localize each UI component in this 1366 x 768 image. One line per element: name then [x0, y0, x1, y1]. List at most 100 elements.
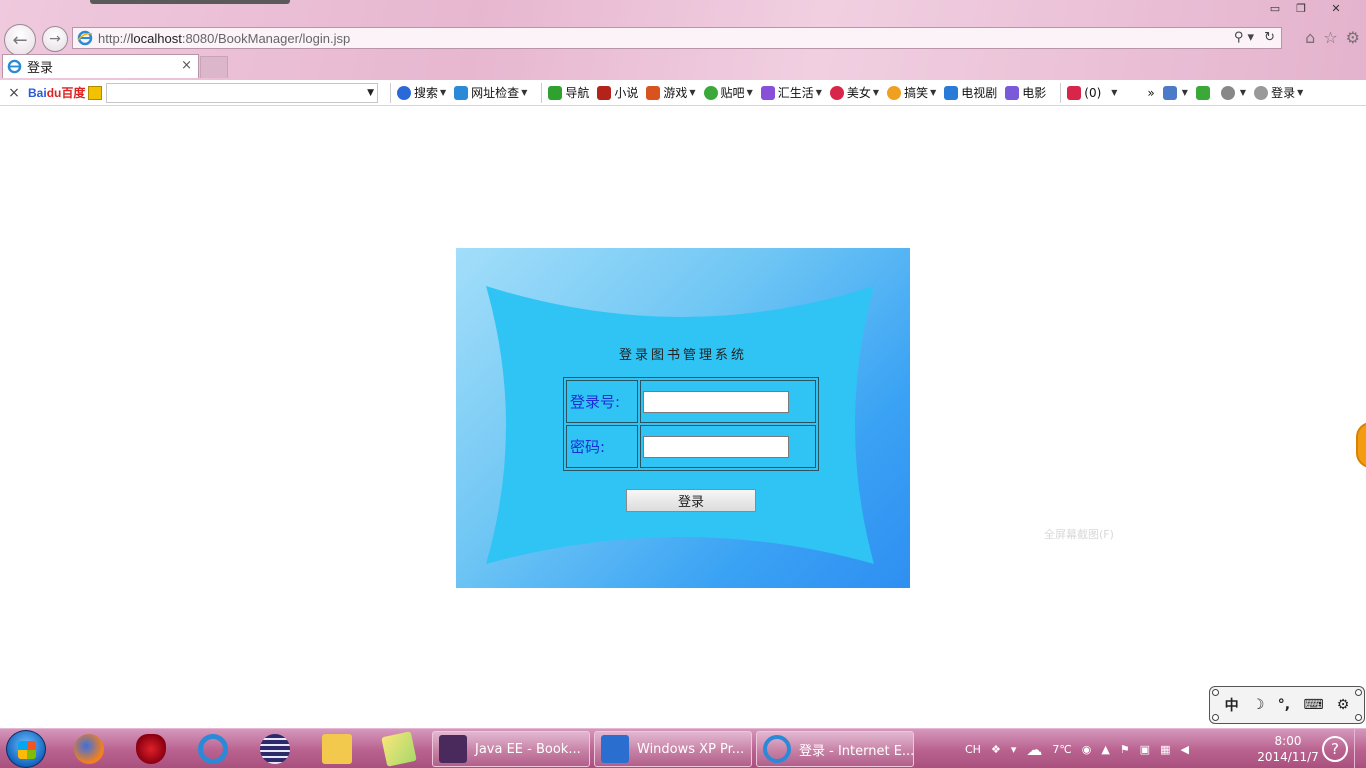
toolbar-item-beauty[interactable]: 美女 ▼: [829, 84, 879, 101]
tab-title: 登录: [27, 61, 54, 76]
password-input[interactable]: [643, 435, 789, 458]
clock[interactable]: 8:00 2014/11/7: [1256, 733, 1320, 765]
toolbar-item-novel[interactable]: 小说: [597, 84, 638, 101]
toolbar-paint[interactable]: [1195, 85, 1213, 100]
pinned-explorer[interactable]: [312, 732, 362, 766]
cloud-icon[interactable]: ☁: [1026, 740, 1042, 759]
toolbar-item-tieba[interactable]: 贴吧 ▼: [703, 84, 753, 101]
login-title: 登录图书管理系统: [618, 348, 747, 363]
moon-icon[interactable]: ☽: [1252, 697, 1265, 713]
toolbar-item-funny[interactable]: 搞笑 ▼: [887, 84, 936, 101]
toolbar-item-life[interactable]: 汇生活 ▼: [760, 84, 822, 101]
address-bar[interactable]: http://localhost:8080/BookManager/login.…: [72, 27, 1282, 49]
life-icon: [760, 85, 775, 100]
side-float-button[interactable]: [1356, 422, 1366, 468]
pinned-firefox[interactable]: [64, 732, 114, 766]
show-hidden-icon[interactable]: ▲: [1101, 743, 1109, 756]
pinned-eclipse[interactable]: [250, 732, 300, 766]
back-button[interactable]: ←: [4, 24, 36, 56]
baidu-logo: Baidu百度: [28, 86, 86, 100]
toolbar-item-games[interactable]: 游戏 ▼: [646, 84, 696, 101]
username-cell: [640, 380, 816, 423]
pinned-butterfly[interactable]: [126, 732, 176, 766]
pinned-ie[interactable]: [188, 732, 238, 766]
grid-icon: [1162, 85, 1177, 100]
device-icon[interactable]: ▣: [1140, 743, 1150, 756]
start-button[interactable]: [6, 730, 46, 768]
refresh-icon[interactable]: ↻: [1264, 30, 1275, 45]
eclipse-icon: [260, 734, 290, 764]
book-icon: [597, 85, 612, 100]
gear-icon[interactable]: ⚙: [1346, 28, 1360, 47]
password-label: 密码:: [566, 425, 638, 468]
toolbar-search-input[interactable]: ▼: [106, 82, 378, 103]
username-input[interactable]: [643, 390, 789, 413]
task-java-ee[interactable]: Java EE - Book...: [432, 731, 590, 767]
close-icon[interactable]: ×: [181, 58, 192, 73]
volume-icon[interactable]: ◀: [1180, 743, 1188, 756]
toolbar-item-mail[interactable]: (0) ▼: [1067, 85, 1117, 100]
toolbar-layout[interactable]: ▼: [1162, 85, 1188, 100]
window-controls: ▭ ❐ ✕: [1262, 0, 1358, 17]
chevron-down-icon[interactable]: ▾: [1011, 743, 1017, 756]
screenshot-hint: 全屏幕截图(F): [1044, 528, 1114, 541]
new-tab-button[interactable]: [200, 56, 228, 78]
flag-icon[interactable]: ⚑: [1120, 743, 1130, 756]
windows-logo-icon: [18, 741, 36, 759]
language-indicator[interactable]: CH: [965, 743, 981, 756]
show-desktop-button[interactable]: [1354, 729, 1366, 768]
toolbar-login[interactable]: 登录 ▼: [1254, 84, 1303, 101]
gear-icon[interactable]: ⚙: [1337, 697, 1350, 713]
punctuation-icon[interactable]: °,: [1278, 697, 1290, 713]
hao-icon: [548, 85, 563, 100]
toolbar-close-icon[interactable]: ×: [0, 85, 28, 101]
toolbar-item-search[interactable]: 搜索 ▼: [397, 84, 446, 101]
toolbar-separator: [1060, 82, 1062, 103]
restore-button[interactable]: ❐: [1288, 0, 1314, 17]
toolbar-item-nav[interactable]: 导航: [548, 84, 589, 101]
paw-icon[interactable]: ❖: [991, 743, 1001, 756]
search-dropdown-icon[interactable]: ⚲ ▾: [1234, 30, 1254, 45]
lips-icon: [829, 85, 844, 100]
username-label: 登录号:: [566, 380, 638, 423]
ie-icon: [198, 734, 228, 764]
chrome-icons: ⌂ ☆ ⚙: [1305, 28, 1360, 47]
folder-icon: [322, 734, 352, 764]
toolbar-item-tv[interactable]: 电视剧: [944, 84, 997, 101]
ie-icon: [7, 59, 22, 74]
star-icon[interactable]: ☆: [1323, 28, 1337, 47]
temperature: 7℃: [1052, 742, 1072, 756]
toolbar-item-movie[interactable]: 电影: [1005, 84, 1046, 101]
task-windows-xp[interactable]: Windows XP Pr...: [594, 731, 752, 767]
tab-login[interactable]: 登录 ×: [2, 54, 199, 78]
url-text[interactable]: http://localhost:8080/BookManager/login.…: [98, 31, 350, 46]
forward-button[interactable]: →: [42, 26, 68, 52]
baidu-mini-icon: [88, 85, 102, 100]
pinned-notes[interactable]: [374, 731, 424, 767]
address-tools: ⚲ ▾ ↻: [1234, 30, 1275, 45]
paint-icon: [1195, 85, 1210, 100]
home-icon[interactable]: ⌂: [1305, 28, 1315, 47]
toolbar-separator: [541, 82, 543, 103]
ime-mode-button[interactable]: 中: [1225, 695, 1239, 715]
keyboard-icon[interactable]: ⌨: [1303, 697, 1323, 713]
notes-icon: [381, 731, 417, 767]
taskbar: Java EE - Book... Windows XP Pr... 登录 - …: [0, 728, 1366, 768]
user-icon: [1254, 85, 1269, 100]
close-window-button[interactable]: ✕: [1314, 0, 1358, 17]
minimize-button[interactable]: ▭: [1262, 0, 1288, 17]
login-button[interactable]: 登录: [626, 489, 756, 512]
login-form-table: 登录号: 密码:: [563, 377, 819, 471]
help-icon[interactable]: ?: [1322, 736, 1348, 762]
arrow-left-icon: ←: [12, 29, 28, 51]
window-edge: [90, 0, 290, 4]
mail-icon: [1067, 85, 1082, 100]
system-tray: CH ❖ ▾ ☁ 7℃ ◉ ▲ ⚑ ▣ ▦ ◀: [965, 729, 1265, 768]
toolbar-item-url-check[interactable]: 网址检查 ▼: [454, 84, 527, 101]
task-internet-explorer[interactable]: 登录 - Internet E...: [756, 731, 914, 767]
toolbar-more[interactable]: »: [1147, 86, 1154, 100]
wifi-icon[interactable]: ◉: [1082, 743, 1092, 756]
network-icon[interactable]: ▦: [1160, 743, 1170, 756]
toolbar-settings[interactable]: ▼: [1220, 85, 1246, 100]
firefox-icon: [74, 734, 104, 764]
